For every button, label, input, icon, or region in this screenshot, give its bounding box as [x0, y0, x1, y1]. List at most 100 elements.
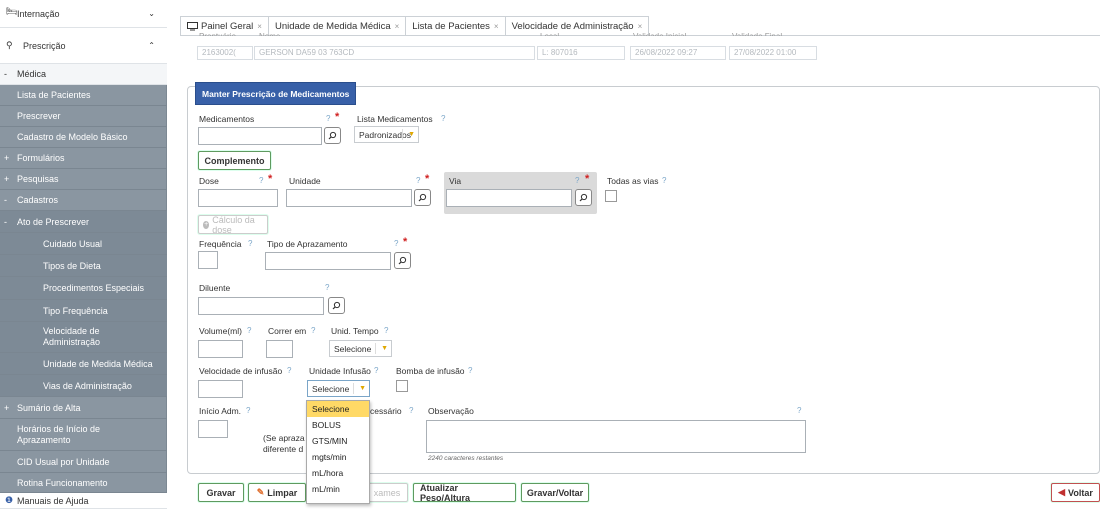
help-icon[interactable]: ?	[441, 114, 445, 123]
sidebar-item-horarios[interactable]: Horários de Início de Aprazamento	[0, 419, 167, 451]
unidade-infusao-select[interactable]: Selecione ▼	[307, 380, 370, 397]
tab-label: Velocidade de Administração	[511, 20, 634, 32]
velocidade-infusao-input[interactable]	[198, 380, 243, 398]
expand-marker: +	[4, 153, 10, 163]
chevron-up-icon: ⌃	[148, 41, 155, 50]
sidebar-item-tipo-frequencia[interactable]: Tipo Frequência	[0, 300, 167, 322]
button-label: Cálculo da dose	[212, 214, 255, 235]
button-label: Limpar	[267, 487, 298, 498]
search-icon	[332, 301, 341, 310]
help-icon[interactable]: ?	[248, 239, 252, 248]
close-icon[interactable]: ×	[395, 22, 400, 31]
sidebar-item-tipos-dieta[interactable]: Tipos de Dieta	[0, 255, 167, 277]
tab-lista-pacientes[interactable]: Lista de Pacientes ×	[405, 16, 506, 35]
search-button[interactable]	[328, 297, 345, 314]
voltar-button[interactable]: ◀ Voltar	[1051, 483, 1100, 502]
help-icon[interactable]: ?	[325, 283, 329, 292]
sidebar-item-prescricao[interactable]: ⚲ Prescrição ⌃	[0, 28, 167, 64]
calculo-dose-button[interactable]: + Cálculo da dose	[198, 214, 268, 235]
sidebar-item-cid-usual[interactable]: CID Usual por Unidade	[0, 451, 167, 473]
lista-medicamentos-select[interactable]: Padronizados ▼	[354, 126, 419, 143]
help-icon[interactable]: ?	[384, 326, 388, 335]
dropdown-option[interactable]: mgts/min	[307, 449, 369, 465]
dropdown-option[interactable]: mL/hora	[307, 465, 369, 481]
sidebar-item-manuais[interactable]: ❶ Manuais de Ajuda	[0, 493, 167, 509]
sidebar-item-ato-prescrever[interactable]: - Ato de Prescrever	[0, 211, 167, 233]
bomba-infusao-checkbox[interactable]	[396, 380, 408, 392]
exames-button[interactable]: xames	[366, 483, 408, 502]
gravar-voltar-button[interactable]: Gravar/Voltar	[521, 483, 589, 502]
correr-em-input[interactable]	[266, 340, 293, 358]
help-icon[interactable]: ?	[374, 366, 378, 375]
sidebar-item-formularios[interactable]: + Formulários	[0, 148, 167, 169]
via-input[interactable]	[446, 189, 572, 207]
help-icon[interactable]: ?	[246, 406, 250, 415]
sidebar-item-label: Pesquisas	[17, 174, 59, 184]
help-icon[interactable]: ?	[247, 326, 251, 335]
tab-velocidade[interactable]: Velocidade de Administração ×	[504, 16, 650, 35]
search-button[interactable]	[324, 127, 341, 144]
frequencia-input[interactable]	[198, 251, 218, 269]
sidebar-item-rotina[interactable]: Rotina Funcionamento	[0, 473, 167, 493]
unidade-input[interactable]	[286, 189, 412, 207]
sidebar-item-medica[interactable]: - Médica	[0, 64, 167, 85]
atualizar-peso-altura-button[interactable]: Atualizar Peso/Altura	[413, 483, 516, 503]
dropdown-option[interactable]: Selecione	[307, 401, 369, 417]
volume-input[interactable]	[198, 340, 243, 358]
help-icon[interactable]: ?	[287, 366, 291, 375]
gravar-button[interactable]: Gravar	[198, 483, 244, 502]
help-icon[interactable]: ?	[416, 176, 420, 185]
sidebar-item-label: Internação	[17, 8, 60, 19]
unidade-infusao-dropdown: Selecione BOLUS GTS/MIN mgts/min mL/hora…	[306, 400, 370, 504]
inicio-adm-input[interactable]	[198, 420, 228, 438]
sidebar-item-velocidade[interactable]: Velocidade de Administração	[0, 322, 167, 353]
sidebar-item-internacao[interactable]: 🛏 Internação ⌄	[0, 0, 167, 28]
sidebar-item-lista-pacientes[interactable]: Lista de Pacientes	[0, 85, 167, 106]
sidebar-item-prescrever[interactable]: Prescrever	[0, 106, 167, 127]
sidebar-item-vias[interactable]: Vias de Administração	[0, 375, 167, 397]
tipo-aprazamento-input[interactable]	[265, 252, 391, 270]
todas-vias-checkbox[interactable]	[605, 190, 617, 202]
help-icon[interactable]: ?	[662, 176, 666, 185]
medicamentos-input[interactable]	[198, 127, 322, 145]
close-icon[interactable]: ×	[494, 22, 499, 31]
sidebar-item-label: Velocidade de Administração	[43, 326, 101, 347]
close-icon[interactable]: ×	[638, 22, 643, 31]
help-icon[interactable]: ?	[311, 326, 315, 335]
help-icon[interactable]: ?	[259, 176, 263, 185]
search-button[interactable]	[394, 252, 411, 269]
sidebar-item-cuidado-usual[interactable]: Cuidado Usual	[0, 233, 167, 255]
dose-input[interactable]	[198, 189, 278, 207]
complemento-button[interactable]: Complemento	[198, 151, 271, 170]
dropdown-option[interactable]: mL/min	[307, 481, 369, 497]
required-marker: *	[403, 236, 408, 248]
close-icon[interactable]: ×	[257, 22, 262, 31]
sidebar-item-modelo-basico[interactable]: Cadastro de Modelo Básico	[0, 127, 167, 148]
help-icon[interactable]: ?	[409, 406, 413, 415]
unid-tempo-label: Unid. Tempo	[331, 326, 379, 336]
sidebar-item-unidade-medida[interactable]: Unidade de Medida Médica	[0, 353, 167, 375]
dropdown-option[interactable]: GTS/MIN	[307, 433, 369, 449]
local-field: L: 807016	[537, 46, 625, 60]
search-button[interactable]	[575, 189, 592, 206]
help-icon[interactable]: ?	[394, 239, 398, 248]
collapse-marker: -	[4, 69, 7, 79]
help-icon[interactable]: ?	[797, 406, 801, 415]
prontuario-field: 2163002(	[197, 46, 253, 60]
help-icon[interactable]: ?	[326, 114, 330, 123]
sidebar-item-cadastros[interactable]: - Cadastros	[0, 190, 167, 211]
validade-final-field: 27/08/2022 01:00	[729, 46, 817, 60]
sidebar-item-pesquisas[interactable]: + Pesquisas	[0, 169, 167, 190]
sidebar-item-sumario-alta[interactable]: + Sumário de Alta	[0, 397, 167, 419]
sidebar-item-procedimentos[interactable]: Procedimentos Especiais	[0, 277, 167, 300]
help-icon[interactable]: ?	[468, 366, 472, 375]
tab-unidade-medida[interactable]: Unidade de Medida Médica ×	[267, 16, 407, 35]
unid-tempo-select[interactable]: Selecione ▼	[329, 340, 392, 357]
chevron-down-icon: ▼	[381, 345, 388, 352]
dropdown-option[interactable]: BOLUS	[307, 417, 369, 433]
search-button[interactable]	[414, 189, 431, 206]
limpar-button[interactable]: ✎ Limpar	[248, 483, 306, 502]
observacao-textarea[interactable]	[426, 420, 806, 453]
diluente-input[interactable]	[198, 297, 324, 315]
help-icon[interactable]: ?	[575, 176, 579, 185]
